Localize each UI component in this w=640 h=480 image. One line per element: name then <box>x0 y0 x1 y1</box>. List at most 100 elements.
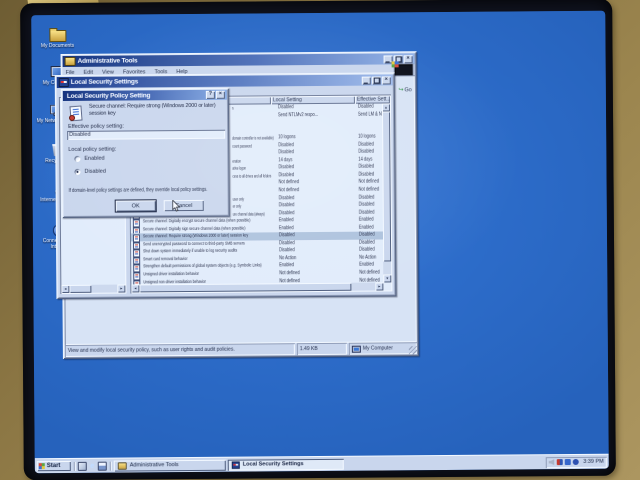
go-button[interactable]: ↪ Go <box>398 86 411 93</box>
effective-setting-value: Disabled <box>358 171 374 179</box>
policy-description: Secure channel: Require strong (Windows … <box>89 103 223 118</box>
my-computer-icon <box>352 345 361 352</box>
title-bar[interactable]: Local Security Settings × <box>57 74 393 88</box>
list-horizontal-scrollbar[interactable]: ◂ ▸ <box>131 282 383 292</box>
status-zone: My Computer <box>349 342 417 355</box>
help-button[interactable]: ? <box>206 91 215 99</box>
task-label: Local Security Settings <box>243 461 304 467</box>
effective-setting-value: Disabled <box>358 104 374 112</box>
effective-setting-value: Disabled <box>359 239 375 247</box>
mail-icon[interactable] <box>98 461 107 470</box>
policy-name <box>232 127 325 128</box>
scroll-right-icon[interactable]: ▸ <box>117 285 125 293</box>
ok-button[interactable]: OK <box>116 200 156 211</box>
go-label: Go <box>404 87 411 93</box>
local-setting-value: Disabled <box>279 248 295 256</box>
close-button[interactable]: × <box>382 76 391 84</box>
screen: My DocumentsMy ComputerMy Network Places… <box>31 11 609 473</box>
local-setting-value: 10 logons <box>278 134 295 142</box>
tray-icon[interactable] <box>556 459 562 465</box>
scroll-down-icon[interactable]: ▾ <box>383 274 391 282</box>
local-setting-value: Disabled <box>278 104 294 112</box>
desktop[interactable]: My DocumentsMy ComputerMy Network Places… <box>31 11 609 473</box>
local-security-policy-setting-dialog: Local Security Policy Setting ? × Secure… <box>61 88 230 218</box>
internet-explorer-icon[interactable]: e <box>89 462 96 469</box>
divider <box>74 461 75 470</box>
effective-setting-field: Disabled <box>67 130 225 140</box>
local-setting-value: Disabled <box>279 240 295 248</box>
start-button[interactable]: Start <box>37 461 71 471</box>
policy-document-icon <box>69 106 83 121</box>
resize-grip[interactable] <box>409 346 417 354</box>
scroll-left-icon[interactable]: ◂ <box>61 285 69 293</box>
radio-icon[interactable] <box>74 156 80 162</box>
windows-flag-icon <box>39 463 45 469</box>
scrollbar-thumb[interactable] <box>139 283 351 293</box>
minimize-button[interactable] <box>362 76 371 84</box>
list-vertical-scrollbar[interactable]: ▴ ▾ <box>382 103 391 282</box>
scroll-left-icon[interactable]: ◂ <box>131 284 139 292</box>
scroll-right-icon[interactable]: ▸ <box>375 282 383 290</box>
window-title: Administrative Tools <box>78 57 138 64</box>
radio-label: Disabled <box>84 169 105 175</box>
crt-screen: My DocumentsMy ComputerMy Network Places… <box>20 0 616 480</box>
window-title: Local Security Settings <box>71 78 138 86</box>
radio-option-disabled[interactable]: Disabled <box>74 169 105 175</box>
local-setting-value: Disabled <box>279 195 295 203</box>
clock: 3:39 PM <box>583 459 604 465</box>
dialog-title-bar[interactable]: Local Security Policy Setting ? × <box>63 90 227 101</box>
cancel-button[interactable]: Cancel <box>164 200 204 211</box>
close-button[interactable]: × <box>216 91 225 99</box>
column-header-effective-setting[interactable]: Effective Sett... ▴ <box>355 95 390 103</box>
scroll-up-icon[interactable]: ▴ <box>382 103 390 111</box>
system-tray: 3:39 PM <box>545 456 607 467</box>
show-desktop-icon[interactable] <box>78 461 87 470</box>
local-setting-value: Enabled <box>279 217 294 225</box>
status-bar: View and modify local security policy, s… <box>65 342 417 357</box>
go-arrow-icon: ↪ <box>398 86 403 93</box>
effective-setting-value: Disabled <box>359 194 375 202</box>
monitor-bezel: My DocumentsMy ComputerMy Network Places… <box>0 0 640 480</box>
local-setting-value: Not defined <box>279 270 300 278</box>
effective-setting-value: Disabled <box>358 141 374 149</box>
taskbar-task-administrative-tools[interactable]: Administrative Tools <box>114 459 226 471</box>
scrollbar-thumb[interactable] <box>382 111 391 261</box>
taskbar: Start e Administrative Tools Local Securi… <box>35 454 609 474</box>
dialog-title: Local Security Policy Setting <box>67 92 150 100</box>
radio-option-enabled[interactable]: Enabled <box>74 156 104 162</box>
local-setting-label: Local policy setting: <box>68 147 116 153</box>
effective-setting-value: Not defined <box>359 270 380 278</box>
tray-icon[interactable] <box>564 459 570 465</box>
local-setting-value: Not defined <box>279 187 300 195</box>
effective-setting-value: Enabled <box>359 224 374 232</box>
effective-setting-value: Disabled <box>358 164 374 172</box>
folder-icon <box>118 462 127 469</box>
local-setting-value: Disabled <box>278 165 294 173</box>
effective-setting-value: Disabled <box>359 202 375 210</box>
maximize-button[interactable] <box>372 76 381 84</box>
radio-label: Enabled <box>84 156 104 162</box>
taskbar-task-local-security-settings[interactable]: Local Security Settings <box>228 458 344 470</box>
effective-setting-value: Enabled <box>359 217 374 225</box>
tray-icon[interactable] <box>572 459 578 465</box>
local-setting-value: Disabled <box>278 142 294 150</box>
scrollbar-thumb[interactable] <box>69 285 91 293</box>
title-bar[interactable]: Administrative Tools × <box>63 53 415 67</box>
desktop-icon-my-documents[interactable]: My Documents <box>33 27 81 50</box>
effective-setting-value: 14 days <box>358 156 372 164</box>
effective-setting-value: No Action <box>359 254 376 262</box>
task-label: Administrative Tools <box>130 462 179 468</box>
tree-horizontal-scrollbar[interactable]: ◂ ▸ <box>61 285 125 294</box>
local-setting-value: Enabled <box>279 225 294 233</box>
local-setting-value: Not defined <box>279 180 300 188</box>
local-setting-value: Disabled <box>278 172 294 180</box>
close-button[interactable]: × <box>404 55 413 63</box>
radio-icon[interactable] <box>74 169 80 175</box>
effective-setting-value: 10 logons <box>358 134 375 142</box>
my-documents-icon <box>47 27 67 43</box>
volume-icon[interactable] <box>548 459 554 465</box>
effective-setting-label: Effective policy setting: <box>68 124 124 130</box>
local-setting-value: Enabled <box>279 263 294 271</box>
policy-name <box>232 119 325 120</box>
domain-override-note: If domain-level policy settings are defi… <box>69 187 199 194</box>
